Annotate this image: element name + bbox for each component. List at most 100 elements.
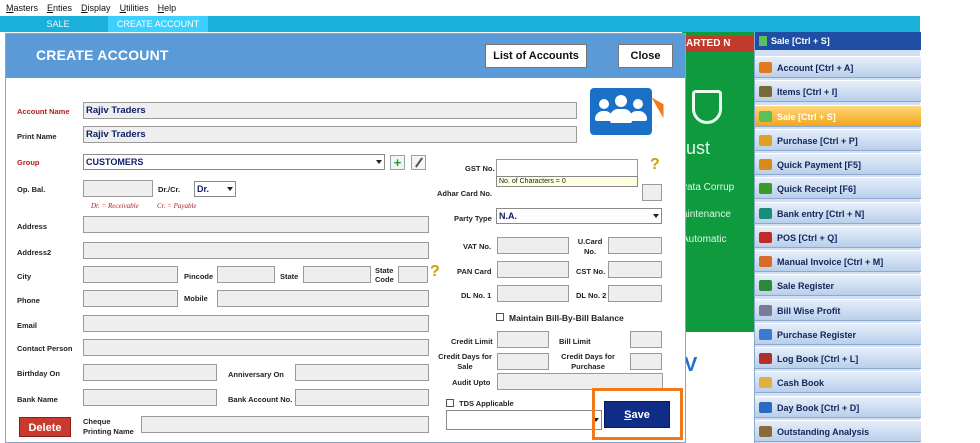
shortcut-bank-entry[interactable]: Bank entry [Ctrl + N] [755,201,921,224]
bank-name-input[interactable] [83,389,217,406]
shortcut-sale[interactable]: Sale [Ctrl + S] [755,104,921,127]
shortcut-manual-invoice[interactable]: Manual Invoice [Ctrl + M] [755,250,921,272]
shortcut-label: Bank entry [Ctrl + N] [777,208,865,219]
shortcut-panel-header[interactable]: Sale [Ctrl + S] [755,32,921,50]
shortcut-quick-receipt[interactable]: Quick Receipt [F6] [755,177,921,200]
shortcut-purchase[interactable]: Purchase [Ctrl + P] [755,128,921,151]
party-type-select[interactable]: N.A. [496,208,662,224]
pan-input[interactable] [497,261,569,278]
city-input[interactable] [83,266,178,283]
dl2-input[interactable] [608,285,662,302]
bank-entry-icon [759,207,772,219]
cheque-printing-input[interactable] [141,416,429,433]
shortcut-account[interactable]: Account [Ctrl + A] [755,56,921,78]
delete-button[interactable]: Delete [19,417,71,437]
menu-entries[interactable]: Enties [47,3,72,13]
chevron-down-icon [376,160,382,164]
group-label: Group [17,158,40,167]
address-label: Address [17,222,48,231]
help-icon[interactable]: ? [430,263,440,281]
tds-select[interactable] [446,410,602,430]
cash-book-icon [759,377,772,389]
shortcut-log-book[interactable]: Log Book [Ctrl + L] [755,347,921,369]
dl1-input[interactable] [497,285,569,302]
opening-balance-input[interactable] [83,180,153,197]
sale-icon [759,110,772,122]
shortcut-sale-register[interactable]: Sale Register [755,274,921,297]
credit-days-purchase-input[interactable] [630,353,662,370]
account-name-input[interactable]: Rajiv Traders [83,102,577,119]
tab-sale[interactable]: SALE [18,16,98,32]
birthday-input[interactable] [83,364,217,381]
add-group-button[interactable]: + [390,155,405,170]
pincode-input[interactable] [217,266,275,283]
maintain-bill-checkbox[interactable] [496,313,504,321]
state-code-input[interactable] [398,266,428,283]
state-label: State [280,272,299,281]
tds-checkbox[interactable] [446,399,454,407]
shortcut-panel: Sale [Ctrl + S] Account [Ctrl + A] Items … [754,32,921,443]
contact-person-input[interactable] [83,339,429,356]
log-book-icon [759,353,772,364]
menu-utilities[interactable]: Utilities [120,3,149,13]
shortcut-label: Manual Invoice [Ctrl + M] [777,257,884,267]
manual-invoice-icon [759,256,772,267]
edit-group-button[interactable] [411,155,426,170]
contact-person-label: Contact Person [17,344,73,353]
address2-label: Address2 [17,248,52,257]
menu-display[interactable]: Display [81,3,111,13]
address2-input[interactable] [83,242,429,259]
shortcut-purchase-register[interactable]: Purchase Register [755,322,921,345]
shortcut-items[interactable]: Items [Ctrl + I] [755,80,921,103]
drcr-select[interactable]: Dr. [194,181,236,197]
cheque-printing-label: Cheque Printing Name [83,417,134,436]
anniversary-input[interactable] [295,364,429,381]
sale-icon [759,36,767,46]
account-icon [759,62,772,73]
list-of-accounts-button[interactable]: List of Accounts [485,44,587,68]
birthday-label: Birthday On [17,369,60,378]
address-input[interactable] [83,216,429,233]
pincode-label: Pincode [184,272,214,281]
save-button[interactable]: Save [604,401,670,428]
credit-limit-input[interactable] [497,331,549,348]
create-account-dialog: CREATE ACCOUNT List of Accounts Close Ac… [5,33,686,443]
party-type-label: Party Type [454,214,492,223]
ucard-input[interactable] [608,237,662,254]
gst-label: GST No. [465,164,495,173]
phone-input[interactable] [83,290,178,307]
mobile-input[interactable] [217,290,429,307]
bill-limit-input[interactable] [630,331,662,348]
mobile-label: Mobile [184,294,208,303]
email-input[interactable] [83,315,429,332]
credit-days-sale-input[interactable] [497,353,549,370]
group-select[interactable]: CUSTOMERS [83,154,385,170]
menu-help[interactable]: Help [158,3,177,13]
quick-receipt-icon [759,183,772,195]
shortcut-cash-book[interactable]: Cash Book [755,371,921,394]
dialog-title-bar: CREATE ACCOUNT List of Accounts Close [6,34,685,78]
shortcut-quick-payment[interactable]: Quick Payment [F5] [755,153,921,175]
help-icon[interactable]: ? [650,156,660,174]
print-name-input[interactable]: Rajiv Traders [83,126,577,143]
tab-bar: SALE CREATE ACCOUNT [0,16,920,32]
bank-account-input[interactable] [295,389,429,406]
adhar-input[interactable] [642,184,662,201]
shortcut-label: POS [Ctrl + Q] [777,232,838,243]
shortcut-label: Quick Receipt [F6] [777,184,857,195]
menu-masters[interactable]: Masters [6,3,38,13]
cst-input[interactable] [608,261,662,278]
shortcut-day-book[interactable]: Day Book [Ctrl + D] [755,395,921,418]
shortcut-pos[interactable]: POS [Ctrl + Q] [755,225,921,248]
shortcut-bill-wise-profit[interactable]: Bill Wise Profit [755,298,921,321]
outstanding-analysis-icon [759,425,772,437]
background-banner-text: ARTED N [682,36,754,52]
close-button[interactable]: Close [618,44,673,68]
shortcut-label: Outstanding Analysis [777,426,870,437]
vat-input[interactable] [497,237,569,254]
tab-create-account[interactable]: CREATE ACCOUNT [108,16,208,32]
shortcut-outstanding-analysis[interactable]: Outstanding Analysis [755,419,921,442]
state-input[interactable] [303,266,371,283]
maintain-bill-label: Maintain Bill-By-Bill Balance [509,313,624,323]
quick-payment-icon [759,159,772,170]
